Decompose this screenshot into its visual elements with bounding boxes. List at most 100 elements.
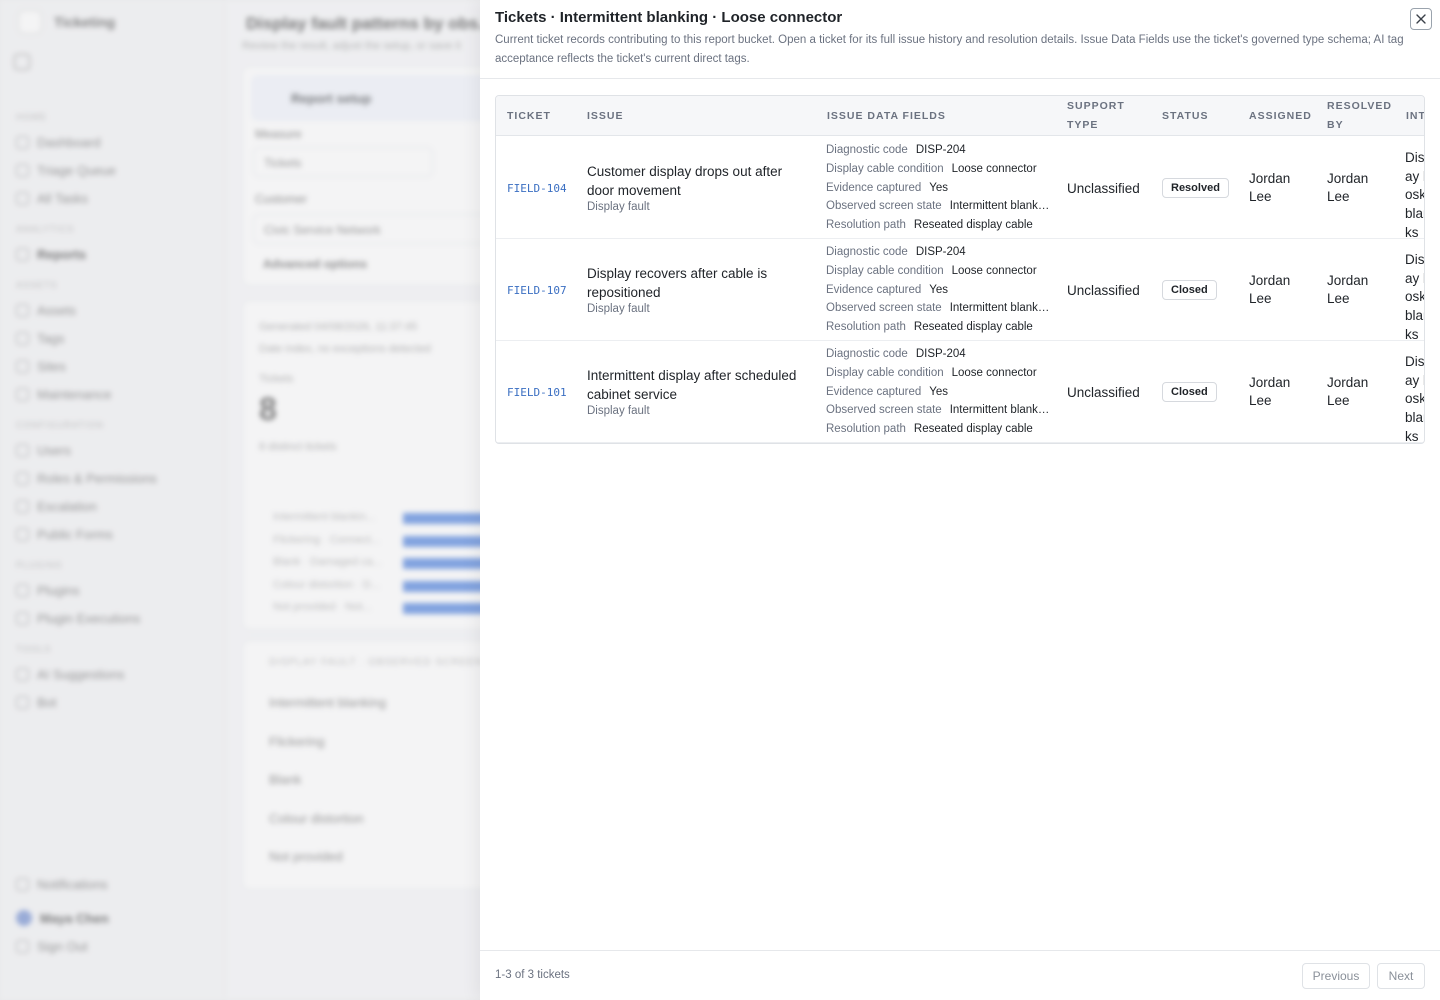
assigned-user: Jordan Lee [1249, 272, 1291, 307]
resolved-by-user: Jordan Lee [1327, 170, 1369, 205]
table-row[interactable]: FIELD-107 Display recovers after cable is… [496, 239, 1425, 341]
issue-category: Display fault [587, 405, 650, 417]
field-row: Diagnostic code DISP-204 [826, 141, 1051, 160]
tickets-drawer: Tickets · Intermittent blanking · Loose … [480, 0, 1440, 1000]
issue-title[interactable]: Display recovers after cable is repositi… [587, 265, 812, 302]
field-key: Observed screen state [826, 200, 942, 213]
field-key: Display cable condition [826, 265, 944, 278]
ticket-cell: FIELD-104 [507, 137, 567, 239]
field-key: Observed screen state [826, 404, 942, 417]
issue-category: Display fault [587, 201, 650, 213]
field-row: Evidence captured Yes [826, 178, 1051, 197]
ticket-id-link[interactable]: FIELD-107 [507, 284, 567, 297]
field-value: Reseated display cable [913, 423, 1033, 436]
field-value: Reseated display cable [913, 321, 1033, 334]
col-status: Status [1162, 109, 1209, 122]
pagination-count: 1-3 of 3 tickets [495, 969, 570, 981]
field-row: Evidence captured Yes [826, 382, 1051, 401]
issue-data-fields: Diagnostic code DISP-204 Display cable con… [826, 345, 1051, 438]
field-row: Display cable condition Loose connector [826, 262, 1051, 281]
status-cell: Closed [1162, 239, 1217, 341]
field-value: Loose connector [951, 163, 1037, 176]
col-support-type: Support Type [1067, 100, 1125, 131]
col-intake: Int [1406, 109, 1425, 122]
field-value: Yes [929, 385, 949, 398]
support-type: Unclassified [1067, 282, 1140, 298]
field-row: Observed screen state Intermittent blanki… [826, 401, 1051, 420]
col-issue-data-fields: Issue Data Fields [827, 109, 946, 122]
resolved-by-user: Jordan Lee [1327, 374, 1369, 409]
field-key: Display cable condition [826, 163, 944, 176]
col-ticket: Ticket [507, 109, 551, 122]
next-button[interactable]: Next [1377, 963, 1425, 989]
intake-box: Display kiosk blanksIntake [1405, 137, 1425, 239]
table-row[interactable]: FIELD-101 Intermittent display after sche… [496, 341, 1425, 443]
assigned-cell: Jordan Lee [1249, 137, 1309, 239]
field-row: Diagnostic code DISP-204 [826, 345, 1051, 364]
support-type: Unclassified [1067, 384, 1140, 400]
intake-box: Display kiosk blanksIntake [1405, 239, 1425, 341]
issue-title[interactable]: Intermittent display after scheduled cab… [587, 367, 812, 404]
field-key: Display cable condition [826, 367, 944, 380]
status-badge: Closed [1162, 280, 1217, 300]
table-row[interactable]: FIELD-104 Customer display drops out afte… [496, 137, 1425, 239]
intake-cell: Display kiosk blanksIntake [1405, 137, 1425, 239]
field-value: Reseated display cable [913, 219, 1033, 232]
col-resolved-by: Resolved By [1327, 100, 1392, 131]
status-cell: Closed [1162, 341, 1217, 443]
field-row: Observed screen state Intermittent blanki… [826, 197, 1051, 216]
issue-box: Customer display drops out after door mo… [587, 163, 812, 213]
field-value: Loose connector [951, 265, 1037, 278]
intake-text: Display kiosk blanks [1405, 252, 1425, 341]
resolved-by-cell: Jordan Lee [1327, 137, 1387, 239]
field-row: Display cable condition Loose connector [826, 160, 1051, 179]
issue-title[interactable]: Customer display drops out after door mo… [587, 163, 812, 200]
resolved-by-cell: Jordan Lee [1327, 239, 1387, 341]
intake-text: Display kiosk blanks [1405, 354, 1425, 443]
field-row: Observed screen state Intermittent blanki… [826, 299, 1051, 318]
ticket-id-link[interactable]: FIELD-104 [507, 182, 567, 195]
drawer-description: Current ticket records contributing to t… [495, 34, 1404, 65]
field-key: Resolution path [826, 321, 906, 334]
modal-scrim[interactable] [0, 0, 480, 1000]
issue-box: Intermittent display after scheduled cab… [587, 367, 812, 417]
assigned-user: Jordan Lee [1249, 374, 1291, 409]
drawer-title: Tickets · Intermittent blanking · Loose … [495, 9, 843, 26]
resolved-by-user: Jordan Lee [1327, 272, 1369, 307]
field-row: Resolution path Reseated display cable [826, 216, 1051, 235]
field-key: Diagnostic code [826, 246, 908, 259]
ticket-cell: FIELD-101 [507, 341, 567, 443]
support-type-cell: Unclassified [1067, 239, 1140, 341]
field-key: Evidence captured [826, 385, 922, 398]
status-cell: Resolved [1162, 137, 1229, 239]
field-key: Resolution path [826, 219, 906, 232]
status-badge: Closed [1162, 382, 1217, 402]
tickets-table: Ticket Issue Issue Data Fields Support T… [495, 95, 1425, 444]
intake-cell: Display kiosk blanksIntake [1405, 341, 1425, 443]
issue-box: Display recovers after cable is repositi… [587, 265, 812, 315]
ticket-id-link[interactable]: FIELD-101 [507, 386, 567, 399]
issue-cell: Display recovers after cable is repositi… [587, 239, 812, 341]
field-value: DISP-204 [915, 246, 966, 259]
issue-cell: Customer display drops out after door mo… [587, 137, 812, 239]
field-row: Resolution path Reseated display cable [826, 420, 1051, 439]
drawer-footer: 1-3 of 3 tickets Previous Next [480, 950, 1440, 1000]
ticket-cell: FIELD-107 [507, 239, 567, 341]
close-icon [1416, 14, 1426, 24]
field-value: DISP-204 [915, 144, 966, 157]
close-button[interactable] [1410, 8, 1432, 30]
field-row: Diagnostic code DISP-204 [826, 243, 1051, 262]
field-value: Intermittent blanking [949, 302, 1051, 315]
field-value: DISP-204 [915, 348, 966, 361]
field-value: Yes [929, 181, 949, 194]
status-badge: Resolved [1162, 178, 1229, 198]
field-row: Display cable condition Loose connector [826, 364, 1051, 383]
assigned-user: Jordan Lee [1249, 170, 1291, 205]
previous-button[interactable]: Previous [1302, 963, 1370, 989]
drawer-header: Tickets · Intermittent blanking · Loose … [480, 0, 1440, 79]
assigned-cell: Jordan Lee [1249, 239, 1309, 341]
intake-text: Display kiosk blanks [1405, 150, 1425, 239]
support-type-cell: Unclassified [1067, 137, 1140, 239]
resolved-by-cell: Jordan Lee [1327, 341, 1387, 443]
field-key: Diagnostic code [826, 144, 908, 157]
